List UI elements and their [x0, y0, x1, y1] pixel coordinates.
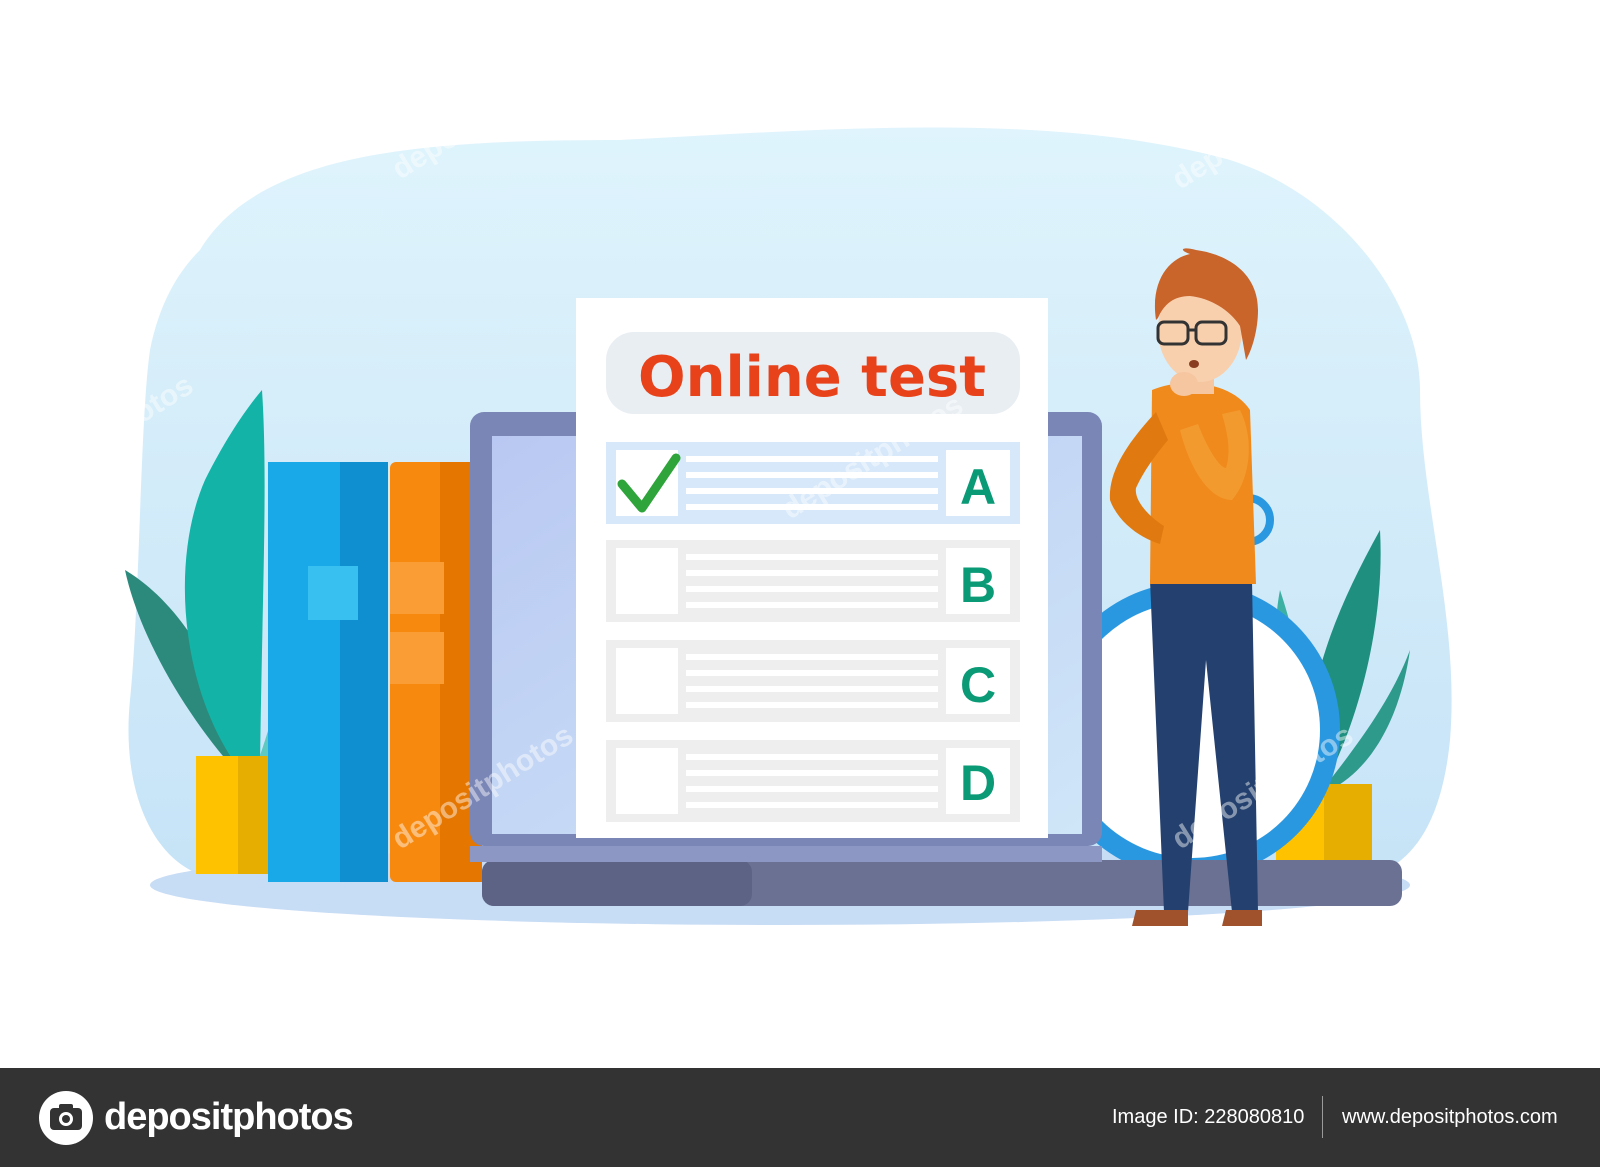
option-row-c[interactable]: C	[606, 640, 1020, 722]
footer-image-id: Image ID: 228080810	[1112, 1106, 1305, 1128]
option-letter-b: B	[960, 557, 996, 613]
footer-bar: depositphotos Image ID: 228080810 www.de…	[0, 1068, 1600, 1167]
option-letter-c: C	[960, 657, 996, 713]
footer-divider	[1322, 1096, 1323, 1138]
option-row-b[interactable]: B	[606, 540, 1020, 622]
test-paper: Online test A B C D	[576, 298, 1048, 838]
footer-brand[interactable]: depositphotos	[104, 1092, 354, 1142]
option-letter-d: D	[960, 755, 996, 811]
online-test-illustration: Online test A B C D depositphotos deposi…	[6, 48, 1452, 926]
stage: Online test A B C D depositphotos deposi…	[0, 0, 1600, 1167]
camera-logo-icon	[39, 1091, 93, 1145]
option-row-d[interactable]: D	[606, 740, 1020, 822]
option-letter-a: A	[960, 459, 996, 515]
footer-website-link[interactable]: www.depositphotos.com	[1342, 1104, 1558, 1130]
